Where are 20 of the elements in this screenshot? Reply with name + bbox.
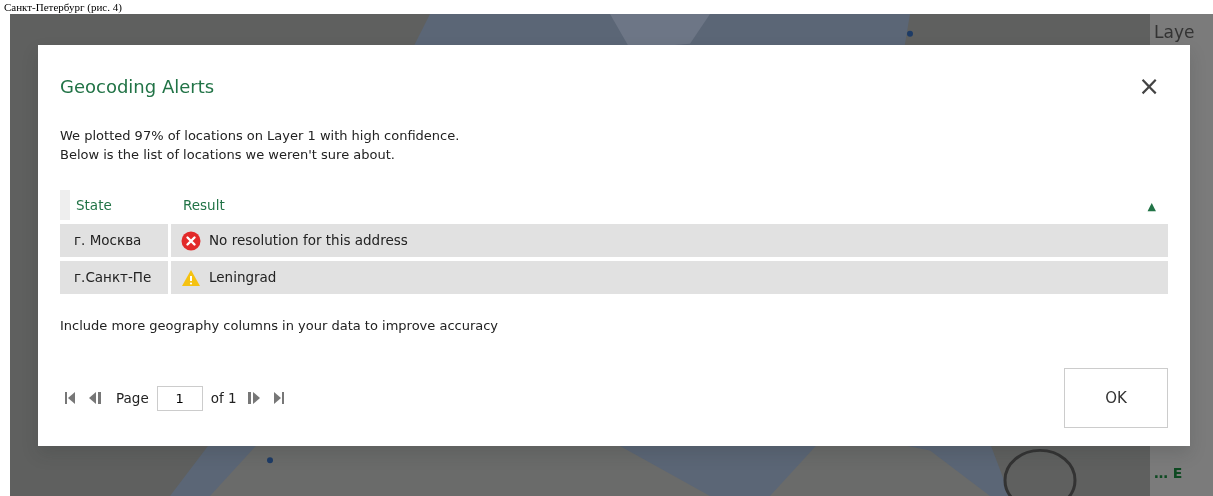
warning-icon bbox=[181, 268, 201, 287]
panel-heading: Laye bbox=[1154, 21, 1196, 44]
column-header[interactable]: State bbox=[76, 196, 112, 213]
message-text: We plotted 97% of locations on Layer 1 with high confidence. bbox=[60, 127, 461, 145]
message-text: Below is the list of locations we weren't sure about. bbox=[60, 146, 396, 164]
page-count: of 1 bbox=[210, 388, 237, 408]
dialog-title: Geocoding Alerts bbox=[60, 75, 215, 99]
ok-button[interactable]: OK bbox=[1064, 368, 1168, 428]
close-button[interactable]: × bbox=[1130, 73, 1168, 99]
hint-text: Include more geography columns in your data to improve accuracy bbox=[60, 317, 500, 335]
result-text: Leningrad bbox=[209, 268, 277, 288]
table-cell: г. Москва bbox=[60, 224, 171, 257]
result-text: No resolution for this address bbox=[209, 231, 408, 251]
sort-indicator[interactable]: ▲ bbox=[1147, 199, 1156, 213]
panel-label: … E bbox=[1154, 464, 1184, 483]
column-header[interactable]: Result bbox=[183, 196, 225, 213]
error-icon bbox=[181, 230, 201, 251]
page-label: Page bbox=[116, 388, 149, 408]
page-input[interactable]: 1 bbox=[156, 385, 203, 411]
table-cell: г.Санкт-Пе bbox=[60, 261, 171, 294]
